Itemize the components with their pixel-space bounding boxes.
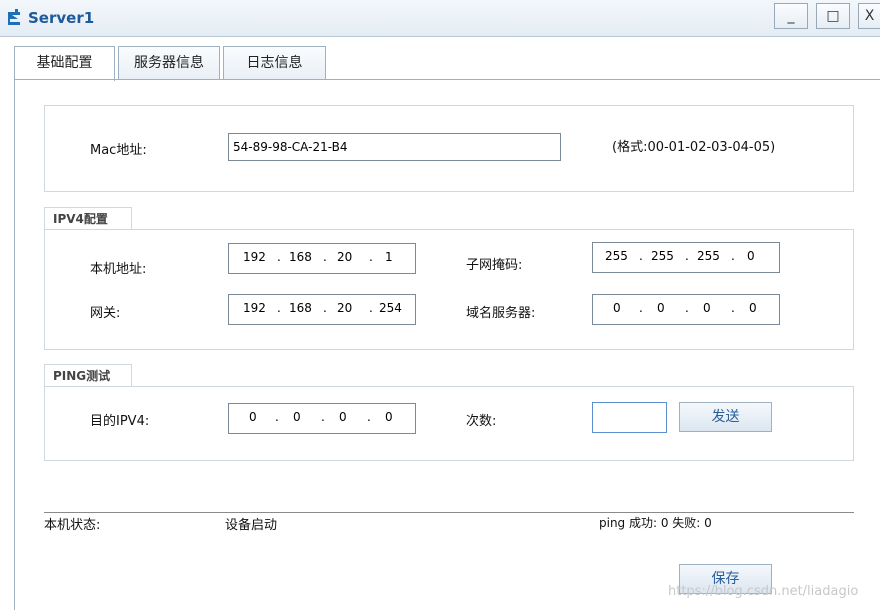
dns-server-label: 域名服务器: (466, 306, 536, 321)
ping-count-field[interactable] (592, 402, 667, 433)
ip-octet: 168 (289, 301, 312, 315)
tab-server-info[interactable]: 服务器信息 (118, 46, 220, 79)
subnet-mask-label: 子网掩码: (466, 258, 523, 273)
tab-basic-config[interactable]: 基础配置 (14, 46, 115, 81)
gateway-field[interactable]: 192 . 168 . 20 . 254 (228, 294, 416, 325)
ip-octet: 255 (697, 249, 720, 263)
mac-address-field[interactable]: 54-89-98-CA-21-B4 (228, 133, 561, 161)
ip-octet: 0 (293, 410, 301, 424)
window-title: Server1 (28, 9, 95, 27)
dns-server-field[interactable]: 0 . 0 . 0 . 0 (592, 294, 780, 325)
status-value: 设备启动 (225, 518, 278, 533)
watermark-text: https://blog.csdn.net/liadagio (668, 584, 859, 599)
status-label: 本机状态: (44, 518, 101, 533)
app-icon (8, 9, 20, 25)
ip-octet: 254 (379, 301, 402, 315)
ip-octet: 0 (385, 410, 393, 424)
ip-octet: 0 (613, 301, 621, 315)
ipv4-section-label: IPV4配置 (53, 212, 108, 226)
ip-octet: 0 (747, 249, 755, 263)
ip-octet: 20 (337, 301, 353, 315)
dest-ipv4-field[interactable]: 0 . 0 . 0 . 0 (228, 403, 416, 434)
dest-ipv4-label: 目的IPV4: (90, 414, 150, 429)
ip-octet: 0 (339, 410, 347, 424)
ip-octet: 192 (243, 301, 266, 315)
local-address-label: 本机地址: (90, 262, 147, 277)
ip-octet: 192 (243, 250, 266, 264)
ip-octet: 255 (605, 249, 628, 263)
local-address-field[interactable]: 192 . 168 . 20 . 1 (228, 243, 416, 274)
ip-octet: 0 (249, 410, 257, 424)
mac-format-hint: (格式:00-01-02-03-04-05) (612, 140, 776, 155)
close-button[interactable]: X (858, 3, 880, 29)
ip-octet: 20 (337, 250, 353, 264)
maximize-button[interactable]: □ (816, 3, 850, 29)
ip-octet: 255 (651, 249, 674, 263)
gateway-label: 网关: (90, 306, 121, 321)
tab-divider (14, 79, 880, 80)
ping-section-tab: PING测试 (44, 364, 132, 388)
ip-octet: 0 (703, 301, 711, 315)
subnet-mask-field[interactable]: 255 . 255 . 255 . 0 (592, 242, 780, 273)
tab-log-info[interactable]: 日志信息 (223, 46, 326, 79)
ping-count-label: 次数: (466, 414, 497, 429)
send-button[interactable]: 发送 (679, 402, 772, 432)
ip-octet: 168 (289, 250, 312, 264)
mac-label: Mac地址: (90, 143, 147, 158)
title-bar: Server1 _ □ X (0, 0, 880, 37)
ip-octet: 0 (657, 301, 665, 315)
content-border (14, 79, 15, 610)
ping-section-label: PING测试 (53, 369, 111, 383)
minimize-button[interactable]: _ (774, 3, 808, 29)
ipv4-section-tab: IPV4配置 (44, 207, 132, 231)
ping-result-text: ping 成功: 0 失败: 0 (599, 516, 712, 530)
ip-octet: 1 (385, 250, 393, 264)
ip-octet: 0 (749, 301, 757, 315)
status-divider (44, 512, 854, 513)
